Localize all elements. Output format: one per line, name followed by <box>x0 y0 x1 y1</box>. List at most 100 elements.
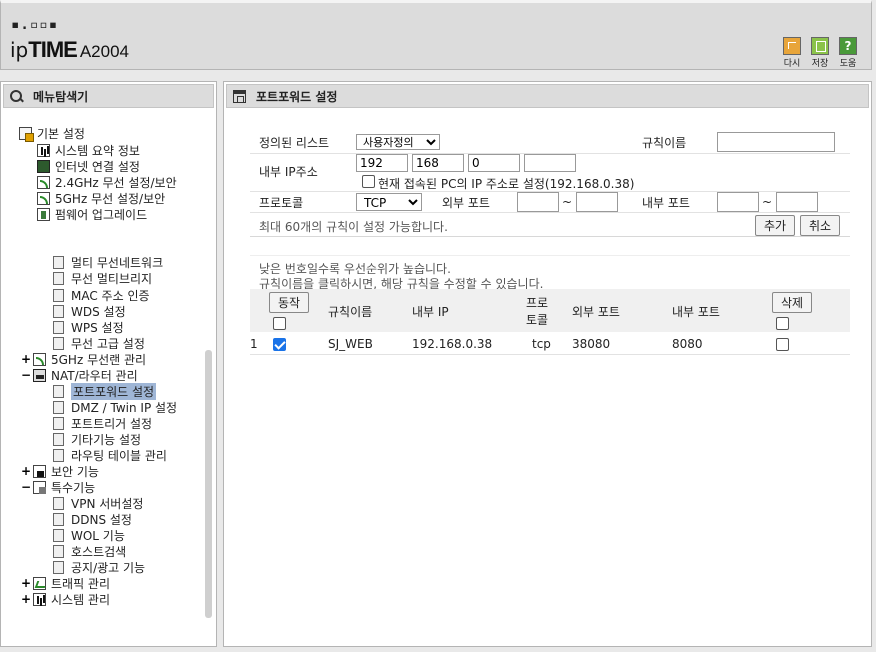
tree-item-dmz-twinip[interactable]: DMZ / Twin IP 설정 <box>53 399 177 415</box>
tree-item-host-scan[interactable]: 호스트검색 <box>53 543 126 559</box>
ip-octet-1-input[interactable] <box>356 154 408 172</box>
wifi-icon <box>33 352 46 366</box>
page-icon <box>53 528 64 542</box>
external-port-tilde: ~ <box>562 195 573 209</box>
expand-toggle[interactable]: + <box>21 352 31 366</box>
tree-item-security[interactable]: + 보안 기능 <box>21 463 99 479</box>
page-icon <box>53 448 64 462</box>
cancel-button[interactable]: 취소 <box>800 215 840 236</box>
content-title-bar: 포트포워드 설정 <box>226 84 869 108</box>
divider <box>250 255 850 256</box>
tree-item-routing-table[interactable]: 라우팅 테이블 관리 <box>53 447 167 463</box>
internal-port-start-input[interactable] <box>717 192 759 212</box>
tree-item-wol[interactable]: WOL 기능 <box>53 527 125 543</box>
menu-explorer: 메뉴탐색기 기본 설정 시스템 요약 정보 인터넷 연결 설정 2.4GHz 무… <box>0 81 217 647</box>
external-port-label: 외부 포트 <box>442 196 490 210</box>
tree-item-wireless-advanced[interactable]: 무선 고급 설정 <box>53 335 145 351</box>
page-icon <box>53 271 64 285</box>
col-header-protocol-1: 프로 <box>526 296 549 310</box>
row-enable-checkbox[interactable] <box>273 338 286 351</box>
save-button[interactable]: 저장 <box>809 37 831 69</box>
wifi-icon <box>37 175 50 189</box>
row-rule-name-link[interactable]: SJ_WEB <box>328 337 373 351</box>
tree-item-notice-ads[interactable]: 공지/광고 기능 <box>53 559 145 575</box>
row-protocol: tcp <box>532 337 551 351</box>
tree-item-nat-router[interactable]: − NAT/라우터 관리 <box>21 367 138 383</box>
tree-item-vpn-server[interactable]: VPN 서버설정 <box>53 495 143 511</box>
page-icon <box>53 304 64 318</box>
tree-item-misc-settings[interactable]: 기타기능 설정 <box>53 431 141 447</box>
external-port-start-input[interactable] <box>517 192 559 212</box>
internal-port-end-input[interactable] <box>776 192 818 212</box>
use-current-pc-ip-checkbox[interactable] <box>362 175 375 188</box>
tree-item-system[interactable]: + 시스템 관리 <box>21 591 110 607</box>
tree-item-firmware-upgrade[interactable]: 펌웨어 업그레이드 <box>37 206 147 222</box>
tree-item-port-forward[interactable]: 포트포워드 설정 <box>53 382 157 400</box>
chart-icon <box>37 143 50 157</box>
external-port-end-input[interactable] <box>576 192 618 212</box>
tree-item-internet-setup[interactable]: 인터넷 연결 설정 <box>37 158 140 174</box>
tree-item-special[interactable]: − 특수기능 <box>21 479 95 495</box>
tree-item-multi-bridge[interactable]: 무선 멀티브리지 <box>53 270 152 286</box>
predefined-list-select[interactable]: 사용자정의 <box>356 134 440 150</box>
tree-item-basic-settings[interactable]: 기본 설정 <box>19 125 85 142</box>
help-icon: ? <box>839 37 857 55</box>
row-external-port: 38080 <box>572 337 611 351</box>
help-label: 도움 <box>839 59 857 69</box>
page-icon <box>53 560 64 574</box>
reload-button[interactable]: 다시 <box>781 37 803 69</box>
action-button[interactable]: 동작 <box>269 292 309 313</box>
router-icon <box>33 368 46 382</box>
protocol-select[interactable]: TCP <box>356 193 422 211</box>
row-internal-ip: 192.168.0.38 <box>412 337 493 351</box>
expand-toggle[interactable]: + <box>21 592 31 606</box>
tree-item-5ghz-management[interactable]: +5GHz 무선랜 관리 <box>21 351 146 367</box>
col-header-internal-port: 내부 포트 <box>672 305 720 319</box>
ip-octet-4-input[interactable] <box>524 154 576 172</box>
add-button[interactable]: 추가 <box>755 215 795 236</box>
traffic-icon <box>33 576 46 590</box>
ip-octet-3-input[interactable] <box>468 154 520 172</box>
page-icon <box>53 255 64 269</box>
tree-item-traffic[interactable]: + 트래픽 관리 <box>21 575 110 591</box>
rule-name-input[interactable] <box>717 132 835 152</box>
expand-toggle[interactable]: + <box>21 464 31 478</box>
divider <box>250 236 850 237</box>
tree-item-wps[interactable]: WPS 설정 <box>53 319 124 335</box>
tree-item-5ghz-wireless[interactable]: 5GHz 무선 설정/보안 <box>37 190 165 206</box>
delete-button[interactable]: 삭제 <box>772 292 812 313</box>
help-button[interactable]: ? 도움 <box>837 37 859 69</box>
internal-port-tilde: ~ <box>762 195 773 209</box>
firmware-icon <box>37 207 50 221</box>
tree-item-multi-ssid[interactable]: 멀티 무선네트워크 <box>53 254 163 270</box>
expand-toggle[interactable]: + <box>21 576 31 590</box>
col-header-protocol-2: 토콜 <box>526 313 549 327</box>
row-internal-port: 8080 <box>672 337 703 351</box>
tree-item-24ghz-wireless[interactable]: 2.4GHz 무선 설정/보안 <box>37 174 177 190</box>
chart-icon <box>33 592 46 606</box>
select-all-enable-checkbox[interactable] <box>273 317 286 330</box>
page-icon <box>53 288 64 302</box>
tree-item-mac-auth[interactable]: MAC 주소 인증 <box>53 287 150 303</box>
col-header-external-port: 외부 포트 <box>572 305 620 319</box>
tree-item-wds[interactable]: WDS 설정 <box>53 303 126 319</box>
tree-item-port-trigger[interactable]: 포트트리거 설정 <box>53 415 152 431</box>
page-icon <box>53 544 64 558</box>
select-all-delete-checkbox[interactable] <box>776 317 789 330</box>
tree-item-ddns[interactable]: DDNS 설정 <box>53 511 132 527</box>
page-icon <box>53 496 64 510</box>
tree-scrollbar[interactable] <box>205 350 212 618</box>
tree-item-system-summary[interactable]: 시스템 요약 정보 <box>37 142 140 158</box>
wifi-icon <box>37 191 50 205</box>
row-delete-checkbox[interactable] <box>776 338 789 351</box>
row-number: 1 <box>250 337 258 351</box>
collapse-toggle[interactable]: − <box>21 480 31 494</box>
content-panel: 포트포워드 설정 정의된 리스트 사용자정의 규칙이름 내부 IP주소 현재 접… <box>223 81 872 647</box>
special-icon <box>33 480 46 494</box>
collapse-toggle[interactable]: − <box>21 368 31 382</box>
col-header-internal-ip: 내부 IP <box>412 305 449 319</box>
ip-octet-2-input[interactable] <box>412 154 464 172</box>
divider <box>250 354 850 355</box>
internal-port-label: 내부 포트 <box>642 196 690 210</box>
header-bar: ▪.▫▫▪ ipTIME A2004 다시 저장 ? 도움 <box>0 0 872 70</box>
